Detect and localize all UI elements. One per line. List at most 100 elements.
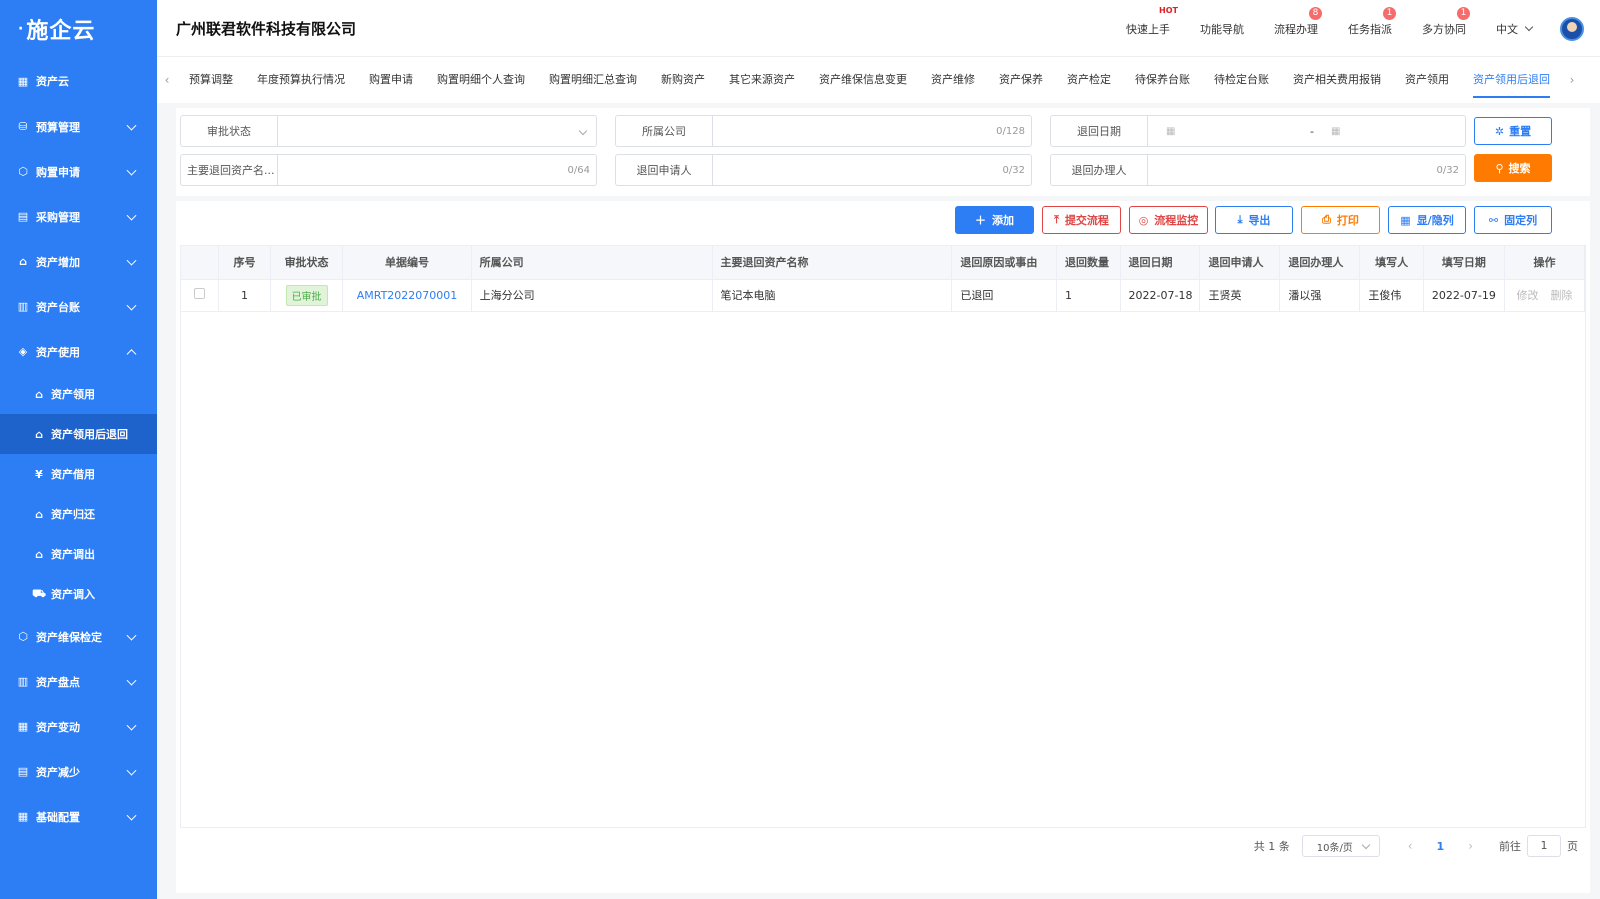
avatar[interactable] xyxy=(1560,16,1584,41)
add-button[interactable]: ＋ 添加 xyxy=(955,206,1034,234)
company-input[interactable] xyxy=(713,116,1031,146)
applicant-cell: 王贤英 xyxy=(1199,279,1281,312)
sidebar-item-asset-use[interactable]: ◈ 资产使用 xyxy=(0,329,157,374)
paperclip-icon: ⚯ xyxy=(1488,213,1499,227)
approval-status-select[interactable] xyxy=(278,116,596,146)
sidebar-item-maintenance[interactable]: ⬡ 资产维保检定 xyxy=(0,614,157,659)
sidebar-subitem-asset-return[interactable]: ⌂ 资产领用后退回 xyxy=(0,414,157,454)
chevron-down-icon xyxy=(126,720,137,731)
tab-expense-claim[interactable]: 资产相关费用报销 xyxy=(1281,57,1393,103)
total-count: 共 1 条 xyxy=(1253,840,1290,853)
filter-panel: 审批状态 所属公司 0/128 退回日期 ▦ - ▦ ✲ 重置 主要退回资产名.… xyxy=(176,108,1590,196)
sidebar-subitem-asset-transfer-out[interactable]: ⌂ 资产调出 xyxy=(0,534,157,574)
return-date-range[interactable]: ▦ - ▦ xyxy=(1148,116,1465,146)
hot-badge: HOT xyxy=(1159,5,1178,15)
truck-icon: ⛟ xyxy=(32,586,46,600)
delete-link[interactable]: 删除 xyxy=(1550,289,1572,302)
sidebar-subitem-asset-transfer-in[interactable]: ⛟ 资产调入 xyxy=(0,574,157,614)
tab-scroll-right-icon[interactable]: › xyxy=(1562,73,1582,87)
next-page-icon[interactable]: › xyxy=(1468,839,1473,853)
sidebar-item-asset-ledger[interactable]: ▥ 资产台账 xyxy=(0,284,157,329)
sidebar-item-label: 资产维保检定 xyxy=(36,630,102,644)
calendar-icon: ▦ xyxy=(1331,125,1341,137)
sidebar-subitem-asset-receive[interactable]: ⌂ 资产领用 xyxy=(0,374,157,414)
sidebar-subitem-label: 资产归还 xyxy=(51,508,95,521)
prev-page-icon[interactable]: ‹ xyxy=(1408,839,1413,853)
toggle-columns-button[interactable]: ▦ 显/隐列 xyxy=(1388,206,1466,234)
task-assign-link[interactable]: 任务指派 1 xyxy=(1348,6,1396,37)
page-size-select[interactable]: 10条/页 xyxy=(1301,835,1380,857)
plus-icon: ＋ xyxy=(975,214,986,227)
column-header: 填写人 xyxy=(1359,246,1424,280)
tab-pending-upkeep[interactable]: 待保养台账 xyxy=(1123,57,1202,103)
tab-maintenance-info[interactable]: 资产维保信息变更 xyxy=(807,57,919,103)
tab-asset-receive[interactable]: 资产领用 xyxy=(1393,57,1461,103)
logo-text: 施企云 xyxy=(26,19,96,44)
tab-purchase-detail-personal[interactable]: 购置明细个人查询 xyxy=(425,57,537,103)
target-icon: ◎ xyxy=(1138,213,1149,227)
tab-asset-upkeep[interactable]: 资产保养 xyxy=(987,57,1055,103)
fix-columns-button[interactable]: ⚯ 固定列 xyxy=(1474,206,1552,234)
function-nav-link[interactable]: 功能导航 xyxy=(1200,21,1244,37)
data-table: 序号 审批状态 单据编号 所属公司 主要退回资产名称 退回原因或事由 退回数量 … xyxy=(180,245,1586,828)
tab-other-source[interactable]: 其它来源资产 xyxy=(717,57,807,103)
logo: · 施企云 xyxy=(0,0,157,58)
edit-link[interactable]: 修改 xyxy=(1516,289,1538,302)
sidebar-item-procurement[interactable]: ▤ 采购管理 xyxy=(0,194,157,239)
handler-input[interactable] xyxy=(1148,155,1465,185)
chevron-down-icon xyxy=(126,255,137,266)
tab-new-assets[interactable]: 新购资产 xyxy=(649,57,717,103)
sidebar-item-asset-reduce[interactable]: ▤ 资产减少 xyxy=(0,749,157,794)
tab-asset-verify[interactable]: 资产检定 xyxy=(1055,57,1123,103)
tab-budget-adjust[interactable]: 预算调整 xyxy=(177,57,245,103)
collaboration-link[interactable]: 多方协同 1 xyxy=(1422,6,1470,37)
sidebar-item-base-config[interactable]: ▦ 基础配置 xyxy=(0,794,157,839)
ledger-icon: ▥ xyxy=(17,300,29,313)
sidebar-item-label: 资产变动 xyxy=(36,720,80,734)
row-checkbox[interactable] xyxy=(194,288,206,299)
table-row[interactable]: 1 已审批 AMRT2022070001 上海分公司 笔记本电脑 已退回 1 2… xyxy=(181,279,1586,312)
asset-name-input[interactable] xyxy=(278,155,596,185)
current-page[interactable]: 1 xyxy=(1437,840,1445,853)
sidebar-item-label: 采购管理 xyxy=(36,210,80,224)
return-date-cell: 2022-07-18 xyxy=(1120,279,1201,312)
column-header: 审批状态 xyxy=(270,246,344,280)
tab-purchase-detail-summary[interactable]: 购置明细汇总查询 xyxy=(537,57,649,103)
sidebar-subitem-label: 资产调出 xyxy=(51,548,95,561)
submit-process-button[interactable]: ⤒ 提交流程 xyxy=(1042,206,1121,234)
sidebar-subitem-asset-giveback[interactable]: ⌂ 资产归还 xyxy=(0,494,157,534)
sidebar-item-asset-change[interactable]: ▦ 资产变动 xyxy=(0,704,157,749)
sidebar-item-purchase-request[interactable]: ⬡ 购置申请 xyxy=(0,149,157,194)
column-header: 退回数量 xyxy=(1056,246,1121,280)
sidebar-item-budget[interactable]: ⛁ 预算管理 xyxy=(0,104,157,149)
sidebar-item-inventory[interactable]: ▥ 资产盘点 xyxy=(0,659,157,704)
header-right: 快速上手 HOT 功能导航 流程办理 8 任务指派 1 多方协同 1 中文 xyxy=(1126,0,1600,57)
tab-budget-execution[interactable]: 年度预算执行情况 xyxy=(245,57,357,103)
tab-asset-repair[interactable]: 资产维修 xyxy=(919,57,987,103)
pagination: 共 1 条 10条/页 ‹ 1 › 前往 1 页 xyxy=(1254,834,1578,858)
doc-no-link[interactable]: AMRT2022070001 xyxy=(357,289,458,302)
printer-icon: ⎙ xyxy=(1322,213,1331,226)
applicant-input[interactable] xyxy=(713,155,1031,185)
language-select[interactable]: 中文 xyxy=(1496,21,1518,37)
process-monitor-button[interactable]: ◎ 流程监控 xyxy=(1129,206,1208,234)
tab-asset-return[interactable]: 资产领用后退回 xyxy=(1461,57,1562,103)
company-title: 广州联君软件科技有限公司 xyxy=(176,19,357,38)
reset-button[interactable]: ✲ 重置 xyxy=(1474,117,1552,145)
column-header: 所属公司 xyxy=(471,246,713,280)
company-cell: 上海分公司 xyxy=(471,279,713,312)
export-button[interactable]: ⤓ 导出 xyxy=(1215,206,1293,234)
sidebar-item-asset-add[interactable]: ⌂ 资产增加 xyxy=(0,239,157,284)
quick-start-link[interactable]: 快速上手 HOT xyxy=(1126,6,1178,37)
tab-purchase-request[interactable]: 购置申请 xyxy=(357,57,425,103)
sidebar-item-asset-cloud[interactable]: ▦ 资产云 xyxy=(0,58,157,104)
search-button[interactable]: ⚲ 搜索 xyxy=(1474,154,1552,182)
sidebar-item-label: 资产使用 xyxy=(36,345,80,359)
approval-status-label: 审批状态 xyxy=(181,116,278,146)
goto-page-input[interactable]: 1 xyxy=(1527,835,1561,857)
sidebar-subitem-asset-borrow[interactable]: ¥ 资产借用 xyxy=(0,454,157,494)
tab-scroll-left-icon[interactable]: ‹ xyxy=(157,73,177,87)
tab-pending-verify[interactable]: 待检定台账 xyxy=(1202,57,1281,103)
print-button[interactable]: ⎙ 打印 xyxy=(1301,206,1380,234)
process-link[interactable]: 流程办理 8 xyxy=(1274,6,1322,37)
